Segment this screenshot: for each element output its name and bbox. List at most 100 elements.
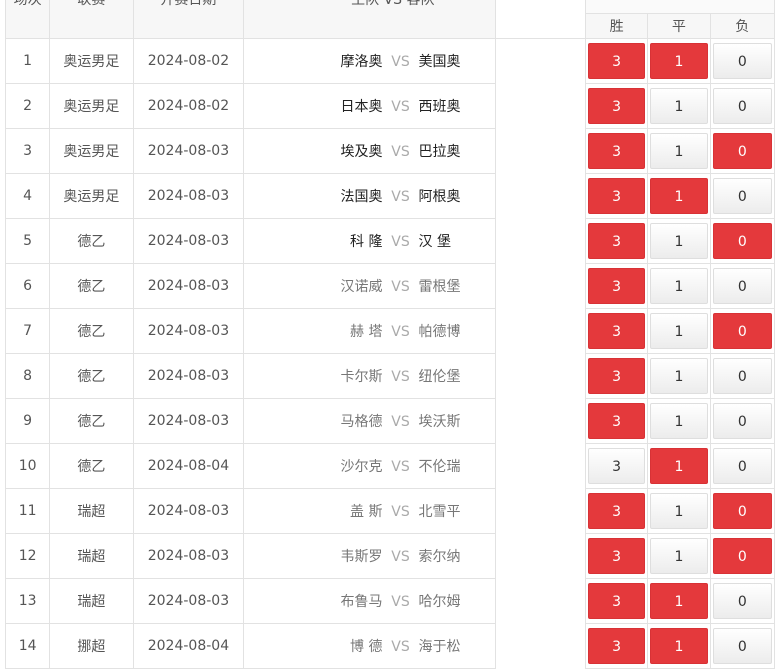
- option-win-button[interactable]: 3: [587, 43, 646, 79]
- option-draw-button[interactable]: 1: [650, 358, 708, 394]
- league-name: 德乙: [49, 308, 134, 354]
- league-name: 奥运男足: [49, 128, 134, 174]
- option-draw-button[interactable]: 1: [650, 583, 708, 619]
- option-lose-button[interactable]: 0: [712, 178, 772, 214]
- option-lose-button[interactable]: 0: [712, 313, 772, 349]
- away-team: 雷根堡: [418, 279, 461, 295]
- option-cell: 3: [584, 263, 649, 309]
- home-team: 沙尔克: [340, 459, 383, 475]
- option-cell: 0: [709, 218, 775, 264]
- league-name: 德乙: [49, 218, 134, 264]
- option-cell: 3: [584, 353, 649, 399]
- table-row: 11 瑞超 2024-08-03 盖 斯 VS 北雪平 3 1 0: [4, 488, 775, 534]
- option-cell: 0: [709, 128, 775, 174]
- option-draw-button[interactable]: 1: [650, 538, 708, 574]
- option-cell: 1: [647, 308, 711, 354]
- option-draw-button[interactable]: 1: [650, 223, 708, 259]
- vs-label: VS: [391, 144, 410, 160]
- option-cell: 1: [647, 533, 711, 579]
- league-name: 德乙: [49, 353, 134, 399]
- option-draw-button[interactable]: 1: [650, 268, 708, 304]
- option-lose-button[interactable]: 0: [712, 358, 772, 394]
- option-lose-button[interactable]: 0: [712, 43, 772, 79]
- option-cell: 1: [647, 218, 711, 264]
- option-win-button[interactable]: 3: [587, 583, 646, 619]
- option-draw-button[interactable]: 1: [650, 448, 708, 484]
- option-draw-button[interactable]: 1: [650, 493, 708, 529]
- match-date: 2024-08-03: [132, 263, 245, 309]
- vs-label: VS: [391, 54, 410, 70]
- match-no: 14: [4, 623, 51, 669]
- option-lose-button[interactable]: 0: [712, 88, 772, 124]
- option-cell: 0: [709, 353, 775, 399]
- row-spacer: [494, 218, 586, 264]
- row-spacer: [494, 263, 586, 309]
- vs-label: VS: [391, 99, 410, 115]
- match-no: 4: [4, 173, 51, 219]
- match-no: 9: [4, 398, 51, 444]
- match-teams: 马格德 VS 埃沃斯: [243, 398, 496, 444]
- option-lose-button[interactable]: 0: [712, 403, 772, 439]
- row-spacer: [494, 443, 586, 489]
- option-lose-button[interactable]: 0: [712, 583, 772, 619]
- option-lose-button[interactable]: 0: [712, 628, 772, 664]
- away-team: 北雪平: [418, 504, 461, 520]
- header-no: 场次: [4, 0, 51, 39]
- option-win-button[interactable]: 3: [587, 403, 646, 439]
- option-win-button[interactable]: 3: [587, 268, 646, 304]
- option-draw-button[interactable]: 1: [650, 403, 708, 439]
- option-draw-button[interactable]: 1: [650, 43, 708, 79]
- option-draw-button[interactable]: 1: [650, 178, 708, 214]
- home-team: 布鲁马: [340, 594, 383, 610]
- match-date: 2024-08-02: [132, 83, 245, 129]
- option-cell: 3: [584, 533, 649, 579]
- option-win-button[interactable]: 3: [587, 493, 646, 529]
- option-lose-button[interactable]: 0: [712, 133, 772, 169]
- option-lose-button[interactable]: 0: [712, 493, 772, 529]
- option-win-button[interactable]: 3: [587, 223, 646, 259]
- vs-label: VS: [391, 594, 410, 610]
- option-cell: 1: [647, 488, 711, 534]
- row-spacer: [494, 623, 586, 669]
- match-teams: 科 隆 VS 汉 堡: [243, 218, 496, 264]
- option-lose-button[interactable]: 0: [712, 268, 772, 304]
- home-team: 法国奥: [340, 189, 383, 205]
- option-draw-button[interactable]: 1: [650, 313, 708, 349]
- match-teams: 法国奥 VS 阿根奥: [243, 173, 496, 219]
- table-row: 3 奥运男足 2024-08-03 埃及奥 VS 巴拉奥 3 1 0: [4, 128, 775, 174]
- header-league: 联赛: [49, 0, 134, 39]
- match-date: 2024-08-04: [132, 623, 245, 669]
- option-draw-button[interactable]: 1: [650, 628, 708, 664]
- option-lose-button[interactable]: 0: [712, 223, 772, 259]
- home-team: 马格德: [340, 414, 383, 430]
- table-row: 6 德乙 2024-08-03 汉诺威 VS 雷根堡 3 1 0: [4, 263, 775, 309]
- option-lose-button[interactable]: 0: [712, 448, 772, 484]
- option-cell: 1: [647, 83, 711, 129]
- option-cell: 0: [709, 488, 775, 534]
- option-win-button[interactable]: 3: [587, 178, 646, 214]
- match-no: 10: [4, 443, 51, 489]
- match-teams: 布鲁马 VS 哈尔姆: [243, 578, 496, 624]
- option-draw-button[interactable]: 1: [650, 133, 708, 169]
- option-cell: 0: [709, 443, 775, 489]
- table-row: 5 德乙 2024-08-03 科 隆 VS 汉 堡 310: [4, 218, 775, 264]
- home-team: 盖 斯: [350, 504, 383, 520]
- away-team: 帕德博: [418, 324, 461, 340]
- option-win-button[interactable]: 3: [587, 448, 646, 484]
- match-teams: 摩洛奥 VS 美国奥: [243, 38, 496, 84]
- option-win-button[interactable]: 3: [587, 88, 646, 124]
- match-date: 2024-08-03: [132, 533, 245, 579]
- away-team: 埃沃斯: [418, 414, 461, 430]
- option-win-button[interactable]: 3: [587, 133, 646, 169]
- option-cell: 1: [647, 263, 711, 309]
- option-lose-button[interactable]: 0: [712, 538, 772, 574]
- match-teams: 韦斯罗 VS 索尔纳: [243, 533, 496, 579]
- option-win-button[interactable]: 3: [587, 538, 646, 574]
- option-cell: 3: [584, 173, 649, 219]
- option-win-button[interactable]: 3: [587, 358, 646, 394]
- option-draw-button[interactable]: 1: [650, 88, 708, 124]
- row-spacer: [494, 488, 586, 534]
- option-win-button[interactable]: 3: [587, 628, 646, 664]
- table-row: 9 德乙 2024-08-03 马格德 VS 埃沃斯 3 1 0: [4, 398, 775, 444]
- option-win-button[interactable]: 3: [587, 313, 646, 349]
